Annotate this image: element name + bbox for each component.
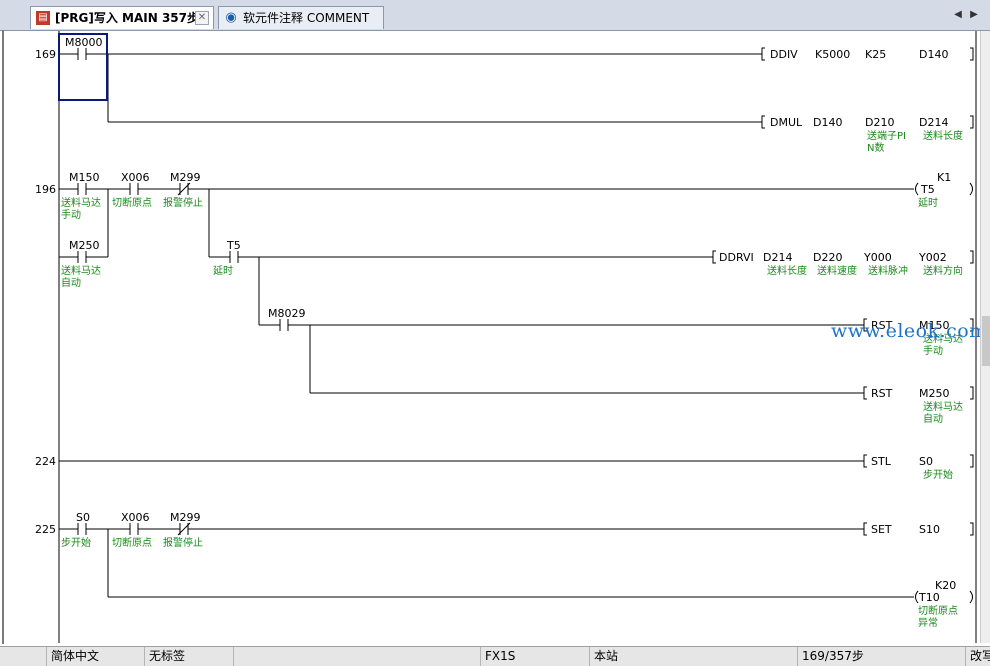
device-comment: 送料方向 <box>923 264 963 277</box>
vertical-scrollbar[interactable] <box>980 31 990 643</box>
watermark: www.eleok.com <box>831 320 988 342</box>
step-number: 224 <box>35 455 56 468</box>
contact-label[interactable]: X006 <box>121 171 150 184</box>
device-comment: 送端子PI N数 <box>867 129 906 154</box>
tab-label: 软元件注释 COMMENT <box>243 11 370 25</box>
contact-label[interactable]: M299 <box>170 511 201 524</box>
device-comment: 报警停止 <box>163 536 203 549</box>
device-comment: 送料马达手动 <box>61 196 101 221</box>
operand-label[interactable]: Y002 <box>918 251 947 264</box>
instruction-label[interactable]: DDIV <box>770 48 798 61</box>
status-plc-type: FX1S <box>480 647 589 666</box>
contact-label[interactable]: M8029 <box>268 307 306 320</box>
instruction-label[interactable]: DMUL <box>770 116 803 129</box>
status-station: 本站 <box>589 647 798 666</box>
operand-label[interactable]: K5000 <box>815 48 850 61</box>
contact-label[interactable]: X006 <box>121 511 150 524</box>
device-comment: 送料速度 <box>817 264 857 277</box>
device-comment-icon: ◉ <box>225 10 237 25</box>
chevron-right-icon[interactable]: ▶ <box>968 8 980 22</box>
operand-label[interactable]: Y000 <box>863 251 892 264</box>
chevron-left-icon[interactable]: ◀ <box>952 8 964 22</box>
instruction-label[interactable]: DDRVI <box>719 251 754 264</box>
device-comment: 步开始 <box>923 468 953 481</box>
contact-label[interactable]: S0 <box>76 511 90 524</box>
device-comment: 切断原点 <box>112 196 152 209</box>
device-comment: 送料马达自动 <box>61 264 101 289</box>
device-comment: 切断原点异常 <box>918 604 958 629</box>
step-number: 169 <box>35 48 56 61</box>
contact-label[interactable]: M150 <box>69 171 100 184</box>
device-comment: 送料马达自动 <box>923 400 963 425</box>
contact-label[interactable]: M8000 <box>65 36 103 49</box>
contact-label[interactable]: T5 <box>226 239 241 252</box>
device-comment: 延时 <box>213 265 233 277</box>
contact-label[interactable]: M250 <box>69 239 100 252</box>
device-comment: 延时 <box>918 197 938 209</box>
tab-main-program[interactable]: ▤ [PRG]写入 MAIN 357步 ✕ <box>30 6 214 29</box>
device-comment: 送料长度 <box>767 264 807 277</box>
device-comment: 报警停止 <box>163 196 203 209</box>
ladder-program-icon: ▤ <box>36 11 50 25</box>
operand-label[interactable]: S0 <box>919 455 933 468</box>
device-comment: 送料脉冲 <box>868 264 908 277</box>
instruction-label[interactable]: SET <box>871 523 892 536</box>
operand-label[interactable]: D210 <box>865 116 894 129</box>
contact-label[interactable]: M299 <box>170 171 201 184</box>
coil-label[interactable]: T10 <box>918 591 940 604</box>
operand-label[interactable]: K25 <box>865 48 886 61</box>
device-comment: 切断原点 <box>112 536 152 549</box>
operand-label[interactable]: M250 <box>919 387 950 400</box>
status-step: 169/357步 <box>797 647 967 666</box>
timer-setting[interactable]: K1 <box>937 171 951 184</box>
device-comment: 送料长度 <box>923 129 963 142</box>
status-language: 简体中文 <box>46 647 143 666</box>
status-mode: 改写 <box>965 647 990 666</box>
tab-label: [PRG]写入 MAIN 357步 <box>55 11 199 25</box>
status-label: 无标签 <box>144 647 233 666</box>
device-comment: 步开始 <box>61 536 91 549</box>
scrollbar-thumb[interactable] <box>982 316 990 366</box>
status-bar: 简体中文 无标签 FX1S 本站 169/357步 改写 <box>0 646 990 666</box>
operand-label[interactable]: D140 <box>919 48 948 61</box>
operand-label[interactable]: D214 <box>763 251 792 264</box>
operand-label[interactable]: D140 <box>813 116 842 129</box>
instruction-label[interactable]: STL <box>871 455 892 468</box>
operand-label[interactable]: D214 <box>919 116 948 129</box>
operand-label[interactable]: S10 <box>919 523 940 536</box>
coil-label[interactable]: T5 <box>920 183 935 196</box>
tab-device-comment[interactable]: ◉ 软元件注释 COMMENT <box>218 6 384 29</box>
close-icon[interactable]: ✕ <box>195 11 209 25</box>
step-number: 196 <box>35 183 56 196</box>
tab-bar: ▤ [PRG]写入 MAIN 357步 ✕ ◉ 软元件注释 COMMENT ◀ … <box>0 0 990 31</box>
status-empty <box>233 647 484 666</box>
instruction-label[interactable]: RST <box>871 387 893 400</box>
operand-label[interactable]: D220 <box>813 251 842 264</box>
step-number: 225 <box>35 523 56 536</box>
